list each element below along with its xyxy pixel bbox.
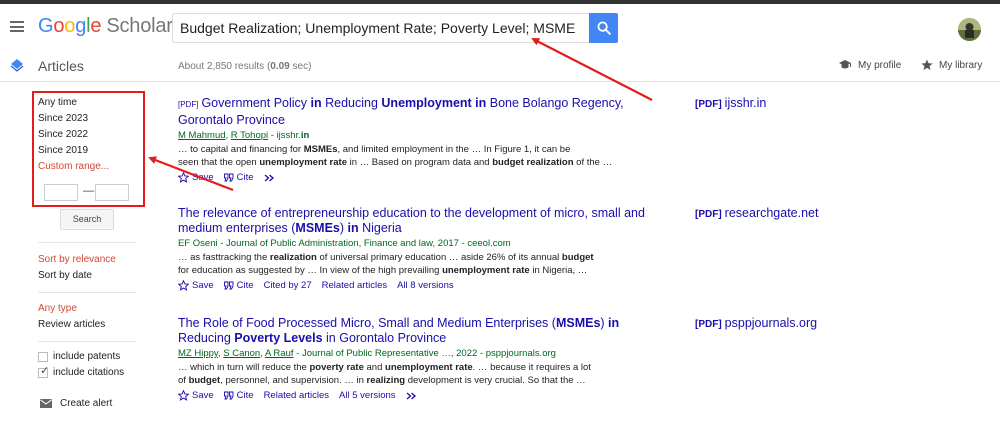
filter-since-2022[interactable]: Since 2022 xyxy=(38,127,138,143)
divider xyxy=(38,292,136,293)
all-versions-link[interactable]: All 8 versions xyxy=(397,280,454,291)
result-item: [PDF] Government Policy in Reducing Unemp… xyxy=(178,96,648,183)
articles-icon xyxy=(10,59,24,72)
cite-button[interactable]: Cite xyxy=(223,390,254,401)
result-item: The Role of Food Processed Micro, Small … xyxy=(178,316,648,401)
checkbox-unchecked xyxy=(38,351,48,362)
save-button[interactable]: Save xyxy=(178,172,214,183)
result-title-link[interactable]: [PDF] Government Policy in Reducing Unemp… xyxy=(178,96,648,127)
create-alert-link[interactable]: Create alert xyxy=(40,398,112,409)
filter-custom-range[interactable]: Custom range... xyxy=(38,159,138,175)
filter-review-articles[interactable]: Review articles xyxy=(38,319,105,330)
more-versions-button[interactable] xyxy=(406,392,417,400)
save-button[interactable]: Save xyxy=(178,280,214,291)
filter-any-type[interactable]: Any type xyxy=(38,303,77,314)
result-title-link[interactable]: The Role of Food Processed Micro, Small … xyxy=(178,316,648,345)
related-articles-link[interactable]: Related articles xyxy=(322,280,387,291)
author-link[interactable]: M Mahmud xyxy=(178,130,226,141)
cited-by-link[interactable]: Cited by 27 xyxy=(264,280,312,291)
double-chevron-icon xyxy=(264,174,274,181)
author-link[interactable]: S Canon xyxy=(223,348,260,359)
sort-by-date[interactable]: Sort by date xyxy=(38,270,92,281)
star-icon xyxy=(921,59,933,70)
more-versions-button[interactable] xyxy=(264,174,275,182)
google-scholar-logo[interactable]: Google Scholar xyxy=(38,15,173,38)
my-profile-link[interactable]: My profile xyxy=(838,59,901,71)
filter-since-2019[interactable]: Since 2019 xyxy=(38,143,138,159)
range-end-input[interactable] xyxy=(95,184,129,201)
result-actions: Save Cite xyxy=(178,172,648,183)
menu-icon[interactable] xyxy=(10,21,24,32)
result-item: The relevance of entrepreneurship educat… xyxy=(178,206,648,291)
filter-any-time[interactable]: Any time xyxy=(38,95,138,111)
filter-since-2023[interactable]: Since 2023 xyxy=(38,111,138,127)
pdf-tag: [PDF] xyxy=(178,100,199,109)
result-title-link[interactable]: The relevance of entrepreneurship educat… xyxy=(178,206,648,235)
divider xyxy=(38,341,136,342)
star-outline-icon xyxy=(178,280,189,291)
save-button[interactable]: Save xyxy=(178,390,214,401)
include-patents-checkbox[interactable]: include patents xyxy=(38,351,120,362)
custom-range-row: — xyxy=(44,184,134,201)
search-input[interactable]: Budget Realization; Unemployment Rate; P… xyxy=(172,13,589,43)
check-icon: ✓ xyxy=(40,364,50,377)
result-actions: Save Cite Related articles All 5 version… xyxy=(178,390,648,401)
quote-icon xyxy=(223,391,234,400)
divider xyxy=(38,242,136,243)
result-byline: MZ Hippy, S Canon, A Rauf - Journal of P… xyxy=(178,348,556,359)
my-library-link[interactable]: My library xyxy=(921,59,982,71)
related-articles-link[interactable]: Related articles xyxy=(264,390,329,401)
envelope-icon xyxy=(40,399,52,408)
author-link[interactable]: MZ Hippy xyxy=(178,348,218,359)
quote-icon xyxy=(223,281,234,290)
include-citations-checkbox[interactable]: ✓ include citations xyxy=(38,364,124,378)
graduation-cap-icon xyxy=(839,60,851,69)
result-byline: M Mahmud, R Tohopi - ijsshr.in xyxy=(178,130,310,141)
result-byline: EF Oseni - Journal of Public Administrat… xyxy=(178,238,511,249)
quote-icon xyxy=(223,173,234,182)
section-title: Articles xyxy=(38,58,84,74)
range-dash: — xyxy=(83,185,94,197)
star-outline-icon xyxy=(178,172,189,183)
result-snippet: … as fasttracking the realization of uni… xyxy=(178,252,594,276)
time-filter-list: Any time Since 2023 Since 2022 Since 201… xyxy=(38,90,138,175)
result-snippet: … which in turn will reduce the poverty … xyxy=(178,362,591,386)
results-count: About 2,850 results (0.09 sec) xyxy=(178,61,312,72)
author-link[interactable]: A Rauf xyxy=(265,348,294,359)
all-versions-link[interactable]: All 5 versions xyxy=(339,390,396,401)
author-link[interactable]: R Tohopi xyxy=(231,130,268,141)
avatar[interactable] xyxy=(958,18,981,41)
sort-by-relevance[interactable]: Sort by relevance xyxy=(38,254,116,265)
result-snippet: … to capital and financing for MSMEs, an… xyxy=(178,144,613,168)
range-start-input[interactable] xyxy=(44,184,78,201)
search-button[interactable] xyxy=(589,13,618,43)
double-chevron-icon xyxy=(406,392,416,399)
search-icon xyxy=(597,21,611,35)
cite-button[interactable]: Cite xyxy=(223,280,254,291)
pdf-side-link[interactable]: [PDF] researchgate.net xyxy=(695,206,818,220)
pdf-side-link[interactable]: [PDF] psppjournals.org xyxy=(695,316,817,330)
pdf-side-link[interactable]: [PDF] ijsshr.in xyxy=(695,96,766,110)
cite-button[interactable]: Cite xyxy=(223,172,254,183)
checkbox-checked: ✓ xyxy=(38,364,50,378)
subheader: Articles About 2,850 results (0.09 sec) … xyxy=(0,50,1000,82)
range-search-button[interactable]: Search xyxy=(60,209,114,230)
result-actions: Save Cite Cited by 27 Related articles A… xyxy=(178,280,648,291)
star-outline-icon xyxy=(178,390,189,401)
header: Google Scholar Budget Realization; Unempl… xyxy=(0,4,1000,50)
